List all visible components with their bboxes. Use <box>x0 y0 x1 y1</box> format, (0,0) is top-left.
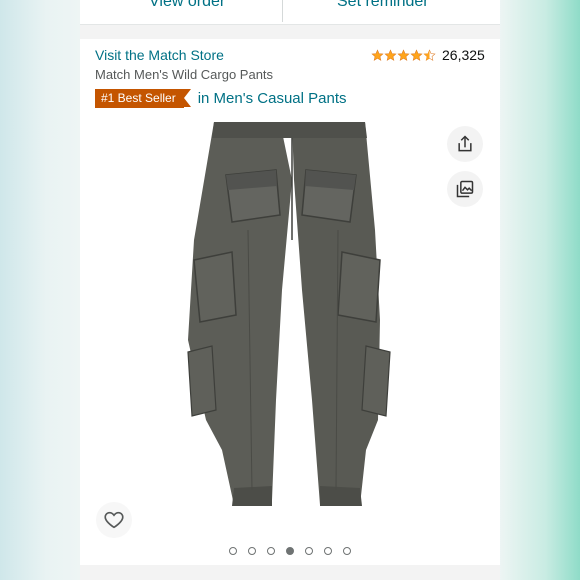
view-order-link[interactable]: View order <box>149 0 225 11</box>
carousel-dot[interactable] <box>286 547 294 555</box>
rating-summary[interactable]: 26,325 <box>371 46 485 64</box>
carousel-dot[interactable] <box>305 547 313 555</box>
order-actions-bar: View order Set reminder <box>80 0 500 25</box>
best-seller-badge: #1 Best Seller <box>95 88 191 108</box>
best-seller-category-link[interactable]: in Men's Casual Pants <box>198 90 347 107</box>
section-gap <box>80 25 500 39</box>
star-icon <box>371 48 384 61</box>
section-gap <box>80 565 500 580</box>
star-icon <box>397 48 410 61</box>
carousel-dot[interactable] <box>248 547 256 555</box>
product-screen: View order Set reminder Visit the Match … <box>80 0 500 580</box>
divider <box>282 0 283 22</box>
set-reminder-link[interactable]: Set reminder <box>337 0 429 11</box>
add-to-list-button[interactable] <box>96 502 132 538</box>
store-link[interactable]: Visit the Match Store <box>95 47 224 63</box>
share-icon <box>458 135 472 152</box>
carousel-pagination <box>80 547 500 555</box>
product-image-carousel[interactable] <box>80 120 500 543</box>
best-seller-row[interactable]: #1 Best Seller in Men's Casual Pants <box>95 88 347 108</box>
star-icon <box>384 48 397 61</box>
review-count: 26,325 <box>442 47 485 63</box>
carousel-dot[interactable] <box>229 547 237 555</box>
half-star-icon <box>423 48 436 61</box>
star-icon <box>410 48 423 61</box>
image-gallery-icon <box>456 180 474 198</box>
share-button[interactable] <box>447 126 483 162</box>
carousel-dot[interactable] <box>343 547 351 555</box>
carousel-dot[interactable] <box>324 547 332 555</box>
star-rating <box>371 48 436 62</box>
product-image <box>187 122 391 506</box>
carousel-dot[interactable] <box>267 547 275 555</box>
product-title: Match Men's Wild Cargo Pants <box>95 67 274 82</box>
heart-icon <box>104 511 124 529</box>
image-gallery-button[interactable] <box>447 171 483 207</box>
